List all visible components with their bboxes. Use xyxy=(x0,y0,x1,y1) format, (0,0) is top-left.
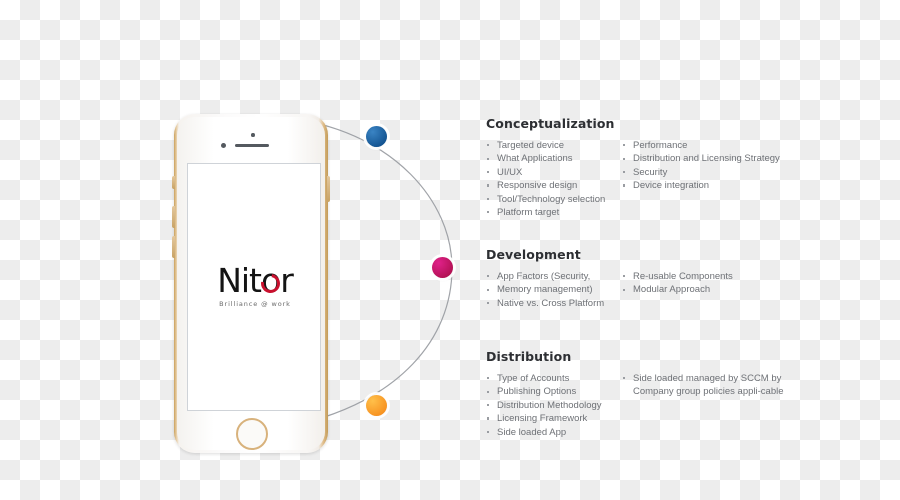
list-item: Device integration xyxy=(622,179,816,192)
list-item: Licensing Framework xyxy=(486,412,618,425)
section-columns: Type of Accounts Publishing Options Dist… xyxy=(486,372,816,439)
list-item: App Factors (Security, xyxy=(486,270,622,283)
development-right-list: Re-usable Components Modular Approach xyxy=(622,270,816,297)
list-item: Tool/Technology selection xyxy=(486,193,622,206)
phone-screen[interactable]: Nito r Brilliance @ work xyxy=(187,163,321,411)
list-item: Type of Accounts xyxy=(486,372,618,385)
list-item: UI/UX xyxy=(486,166,622,179)
home-button[interactable] xyxy=(236,418,268,450)
volume-down-button[interactable] xyxy=(172,236,175,258)
phone-body: Nito r Brilliance @ work xyxy=(177,117,325,450)
list-item: Performance xyxy=(622,139,816,152)
power-button[interactable] xyxy=(327,176,330,202)
section-conceptualization: Conceptualization Targeted device What A… xyxy=(486,116,816,219)
list-item: Native vs. Cross Platform xyxy=(486,297,622,310)
list-item: Modular Approach xyxy=(622,283,816,296)
earpiece-speaker-icon xyxy=(235,144,269,147)
list-item: Re-usable Components xyxy=(622,270,816,283)
list-item: Memory management) xyxy=(486,283,622,296)
milestone-dot-development[interactable] xyxy=(432,257,453,278)
list-item: Targeted device xyxy=(486,139,622,152)
conceptualization-right-list: Performance Distribution and Licensing S… xyxy=(622,139,816,193)
logo-wordmark: Nito r xyxy=(217,261,294,300)
section-title-distribution: Distribution xyxy=(486,349,572,364)
nitor-logo: Nito r Brilliance @ work xyxy=(188,261,320,309)
list-item: Side loaded App xyxy=(486,426,618,439)
list-item: Side loaded managed by SCCM by Company g… xyxy=(622,372,785,399)
list-item: Distribution and Licensing Strategy xyxy=(622,152,816,165)
section-title-conceptualization: Conceptualization xyxy=(486,116,615,131)
proximity-sensor-icon xyxy=(251,133,255,137)
logo-letter-o: o xyxy=(257,264,284,298)
list-item: What Applications xyxy=(486,152,622,165)
phone-mockup: Nito r Brilliance @ work xyxy=(172,114,330,453)
diagram-canvas: Nito r Brilliance @ work Conceptualizatio… xyxy=(0,0,900,500)
logo-text-after: r xyxy=(280,261,294,300)
section-columns: App Factors (Security, Memory management… xyxy=(486,270,816,310)
list-item: Responsive design xyxy=(486,179,622,192)
distribution-right-list: Side loaded managed by SCCM by Company g… xyxy=(618,372,816,399)
section-columns: Targeted device What Applications UI/UX … xyxy=(486,139,816,219)
list-item: Security xyxy=(622,166,816,179)
conceptualization-left-list: Targeted device What Applications UI/UX … xyxy=(486,139,622,219)
volume-up-button[interactable] xyxy=(172,206,175,228)
list-item: Distribution Methodology xyxy=(486,399,618,412)
section-development: Development App Factors (Security, Memor… xyxy=(486,247,816,310)
logo-tagline: Brilliance @ work xyxy=(219,300,291,308)
milestone-dot-distribution[interactable] xyxy=(366,395,387,416)
list-item: Platform target xyxy=(486,206,622,219)
milestone-dot-conceptualization[interactable] xyxy=(366,126,387,147)
front-camera-icon xyxy=(221,143,226,148)
distribution-left-list: Type of Accounts Publishing Options Dist… xyxy=(486,372,618,439)
section-distribution: Distribution Type of Accounts Publishing… xyxy=(486,349,816,439)
list-item: Publishing Options xyxy=(486,385,618,398)
development-left-list: App Factors (Security, Memory management… xyxy=(486,270,622,310)
section-title-development: Development xyxy=(486,247,581,262)
logo-text-before: Nit xyxy=(217,261,262,300)
silent-switch[interactable] xyxy=(172,176,175,189)
